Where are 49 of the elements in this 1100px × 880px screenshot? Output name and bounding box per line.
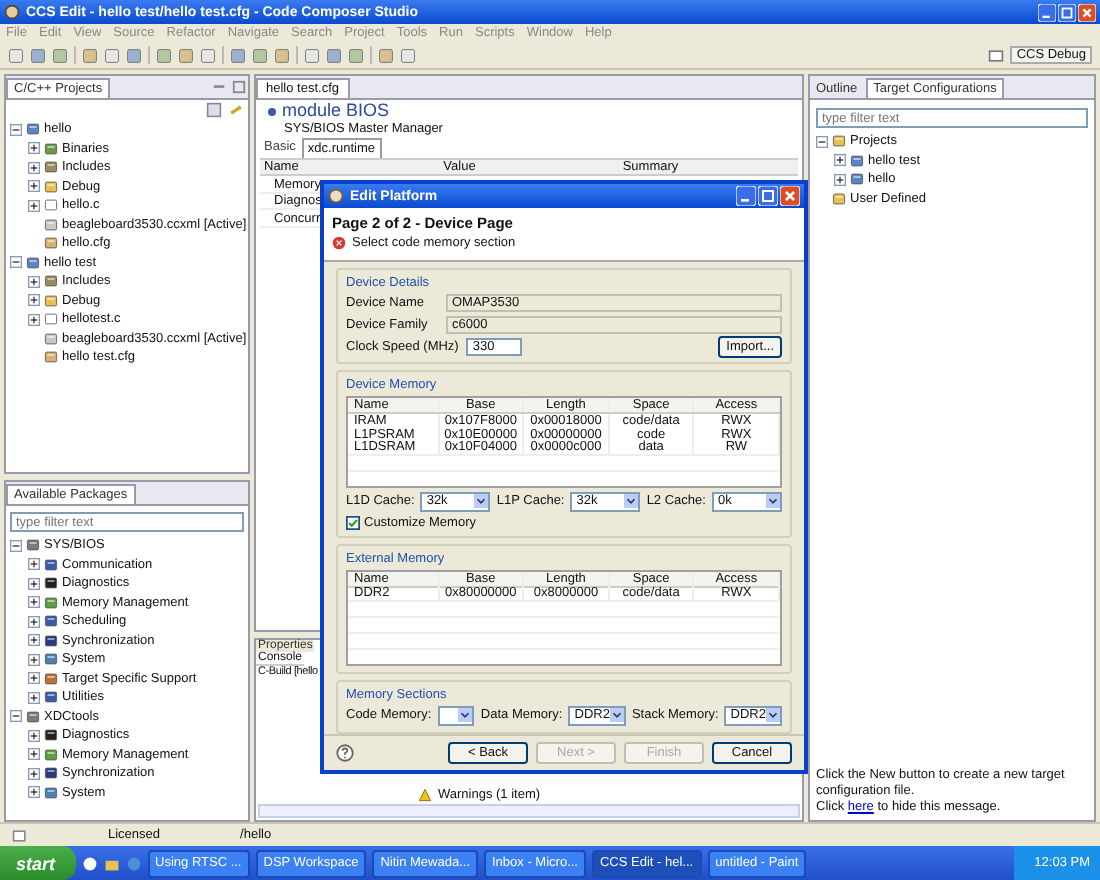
expand-icon[interactable] [28,142,40,155]
expand-icon[interactable] [28,748,40,761]
expand-icon[interactable] [28,180,40,193]
maximize-icon[interactable] [232,80,246,94]
expand-icon[interactable] [28,672,40,685]
horizontal-scrollbar[interactable] [258,804,800,818]
expand-icon[interactable] [28,767,40,780]
open-perspective-icon[interactable] [988,47,1005,63]
expand-icon[interactable] [28,558,40,571]
chevron-down-icon[interactable] [458,708,473,723]
maximize-button[interactable] [758,186,778,206]
start-button[interactable]: start [0,846,76,880]
expand-icon[interactable] [28,691,40,704]
expand-icon[interactable] [28,294,40,307]
expand-icon[interactable] [834,173,846,186]
expand-icon[interactable] [28,275,40,288]
expand-icon[interactable] [28,199,40,212]
chevron-down-icon[interactable] [609,708,624,723]
minimize-button[interactable] [736,186,756,206]
error-icon [332,236,346,250]
expand-icon[interactable] [28,577,40,590]
chevron-down-icon[interactable] [624,494,639,509]
bullet-icon [268,107,276,116]
chevron-down-icon[interactable] [474,494,489,509]
module-heading: module BIOS [282,102,390,122]
maximize-button[interactable] [1058,3,1076,21]
close-button[interactable] [780,186,800,206]
app-icon [4,4,20,20]
collapse-icon[interactable] [10,710,22,723]
close-button[interactable] [1078,3,1096,21]
minimize-button[interactable] [1038,3,1056,21]
help-icon[interactable] [336,744,354,762]
expand-icon[interactable] [28,634,40,647]
chevron-down-icon[interactable] [766,494,781,509]
expand-icon[interactable] [28,729,40,742]
expand-icon[interactable] [28,653,40,666]
collapse-icon[interactable] [10,256,22,269]
chevron-down-icon[interactable] [766,708,780,723]
expand-icon[interactable] [28,786,40,799]
collapse-icon[interactable] [10,123,22,136]
minimize-icon[interactable] [212,80,226,94]
collapse-icon[interactable] [816,135,828,148]
checkbox[interactable] [346,515,360,530]
expand-icon[interactable] [834,154,846,167]
expand-icon[interactable] [28,161,40,174]
expand-icon[interactable] [28,313,40,326]
expand-icon[interactable] [28,596,40,609]
expand-icon[interactable] [28,615,40,628]
collapse-icon[interactable] [10,539,22,552]
